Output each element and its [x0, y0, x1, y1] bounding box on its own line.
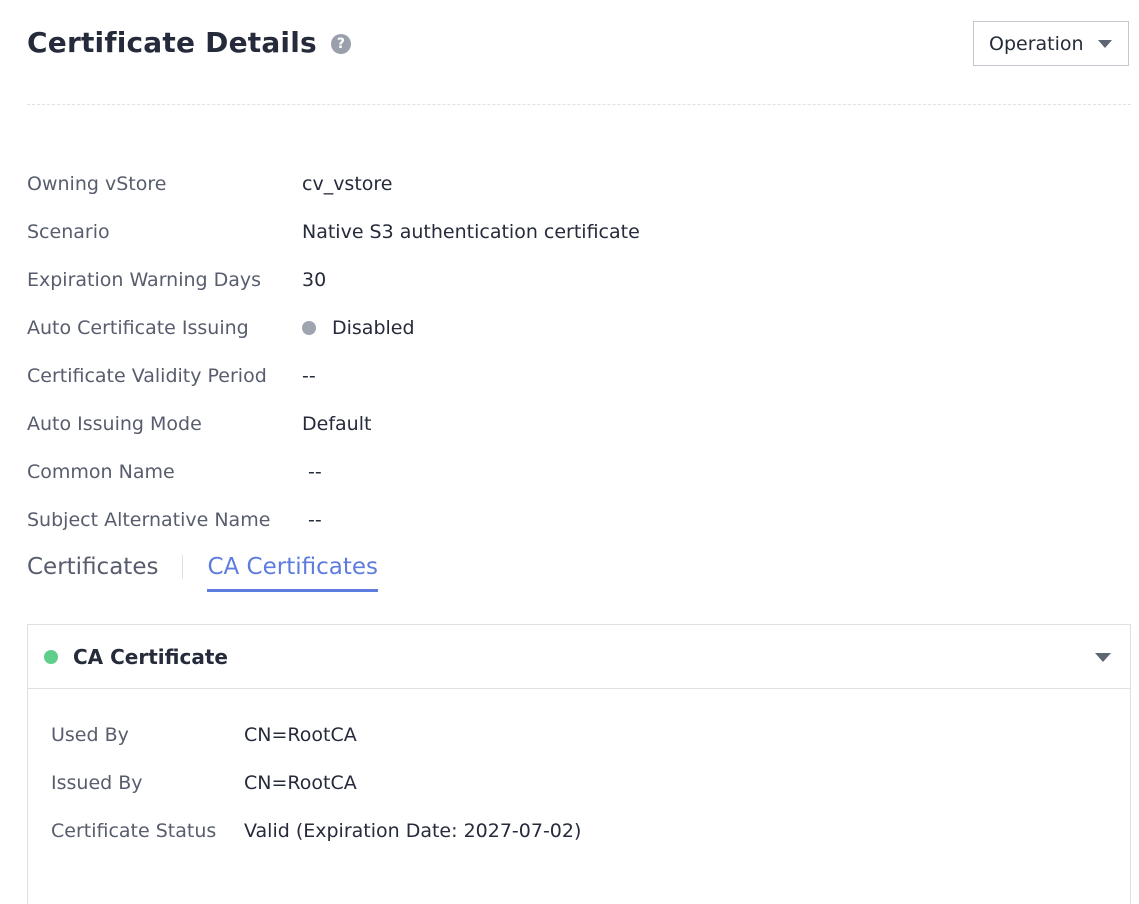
ca-certificate-panel: CA Certificate Used By CN=RootCA Issued …: [27, 624, 1131, 904]
header-divider: [27, 104, 1131, 105]
ca-certificate-panel-header[interactable]: CA Certificate: [28, 625, 1130, 689]
property-value: --: [308, 509, 322, 531]
property-value: Native S3 authentication certificate: [302, 221, 640, 243]
panel-label: Certificate Status: [51, 820, 217, 842]
panel-label: Used By: [51, 724, 129, 746]
caret-down-icon: [1098, 40, 1112, 48]
property-value: 30: [302, 269, 327, 291]
property-common-name: Common Name --: [27, 448, 640, 496]
property-label: Subject Alternative Name: [27, 509, 271, 531]
property-label: Owning vStore: [27, 173, 167, 195]
property-auto-certificate-issuing: Auto Certificate Issuing Disabled: [27, 304, 640, 352]
panel-value: CN=RootCA: [244, 724, 357, 746]
ca-certificate-panel-body: Used By CN=RootCA Issued By CN=RootCA Ce…: [28, 689, 1130, 855]
operation-label: Operation: [989, 32, 1084, 55]
panel-row-used-by: Used By CN=RootCA: [51, 711, 1130, 759]
tab-separator: [182, 555, 184, 579]
property-label: Expiration Warning Days: [27, 269, 262, 291]
property-label: Auto Issuing Mode: [27, 413, 202, 435]
help-icon[interactable]: ?: [330, 33, 351, 54]
status-dot-icon: [302, 321, 316, 335]
panel-row-issued-by: Issued By CN=RootCA: [51, 759, 1130, 807]
property-label: Scenario: [27, 221, 110, 243]
panel-value: Valid (Expiration Date: 2027-07-02): [244, 820, 582, 842]
chevron-down-icon[interactable]: [1095, 653, 1111, 662]
panel-value: CN=RootCA: [244, 772, 357, 794]
status-text: Disabled: [332, 317, 415, 339]
page-title: Certificate Details: [27, 26, 317, 59]
status-dot-icon: [44, 649, 58, 664]
property-certificate-validity-period: Certificate Validity Period --: [27, 352, 640, 400]
property-value: --: [302, 365, 316, 387]
property-scenario: Scenario Native S3 authentication certif…: [27, 208, 640, 256]
tab-certificates[interactable]: Certificates: [27, 548, 158, 592]
property-value-status: Disabled: [302, 317, 415, 339]
panel-row-certificate-status: Certificate Status Valid (Expiration Dat…: [51, 807, 1130, 855]
operation-dropdown-button[interactable]: Operation: [973, 21, 1129, 66]
property-value: cv_vstore: [302, 173, 393, 195]
certificate-properties: Owning vStore cv_vstore Scenario Native …: [27, 160, 640, 544]
property-value: Default: [302, 413, 372, 435]
property-label: Common Name: [27, 461, 175, 483]
panel-title: CA Certificate: [73, 644, 228, 669]
page-header: Certificate Details ?: [27, 26, 351, 59]
property-expiration-warning-days: Expiration Warning Days 30: [27, 256, 640, 304]
certificate-details-page: Certificate Details ? Operation Owning v…: [0, 0, 1139, 904]
property-subject-alternative-name: Subject Alternative Name --: [27, 496, 640, 544]
panel-label: Issued By: [51, 772, 143, 794]
property-label: Auto Certificate Issuing: [27, 317, 249, 339]
tab-ca-certificates[interactable]: CA Certificates: [207, 548, 379, 592]
certificate-tabs: Certificates CA Certificates: [27, 548, 379, 592]
property-label: Certificate Validity Period: [27, 365, 267, 387]
property-owning-vstore: Owning vStore cv_vstore: [27, 160, 640, 208]
property-value: --: [308, 461, 322, 483]
property-auto-issuing-mode: Auto Issuing Mode Default: [27, 400, 640, 448]
